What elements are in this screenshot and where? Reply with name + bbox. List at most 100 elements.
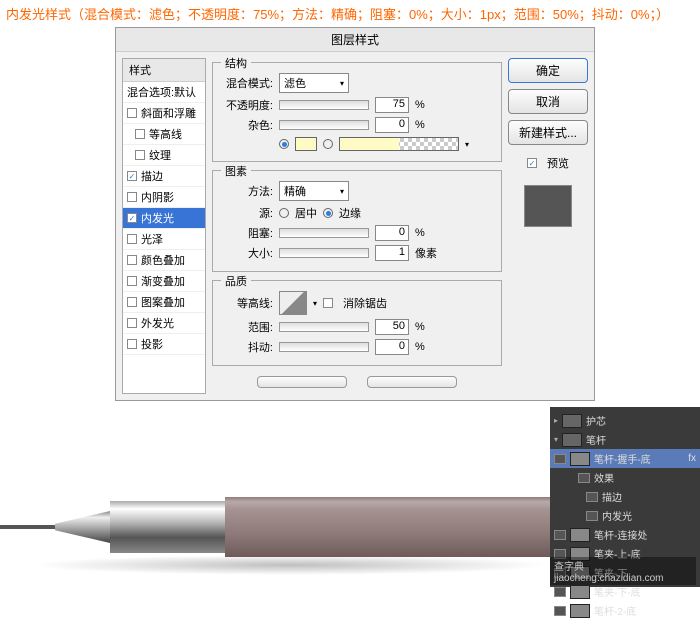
sidebar-header-styles[interactable]: 样式 [123, 59, 205, 82]
effects-sidebar: 样式 混合选项:默认 斜面和浮雕 等高线 纹理 描边 内阴影 内发光 光泽 颜色… [122, 58, 206, 394]
input-range[interactable]: 50 [375, 319, 409, 335]
checkbox-color-overlay[interactable] [127, 255, 137, 265]
folder-icon [562, 414, 582, 428]
label-edge: 边缘 [339, 205, 361, 221]
eye-icon[interactable] [586, 511, 598, 521]
reset-default-button[interactable] [367, 376, 457, 388]
slider-range[interactable] [279, 322, 369, 332]
layer-row[interactable]: ▸护芯 [550, 411, 700, 430]
checkbox-texture[interactable] [135, 150, 145, 160]
sidebar-item-texture[interactable]: 纹理 [123, 145, 205, 166]
sidebar-item-stroke[interactable]: 描边 [123, 166, 205, 187]
checkbox-preview[interactable] [527, 158, 537, 168]
cancel-button[interactable]: 取消 [508, 89, 588, 114]
sidebar-item-gradient-overlay[interactable]: 渐变叠加 [123, 271, 205, 292]
slider-choke[interactable] [279, 228, 369, 238]
input-noise[interactable]: 0 [375, 117, 409, 133]
chevron-down-icon[interactable]: ▾ [465, 140, 469, 149]
group-title-structure: 结构 [221, 55, 251, 71]
dialog-title: 图层样式 [116, 28, 594, 52]
chevron-down-icon[interactable]: ▾ [313, 299, 317, 308]
layer-row[interactable]: ▾笔杆 [550, 430, 700, 449]
radio-gradient[interactable] [323, 139, 333, 149]
pen-shadow [30, 555, 550, 575]
checkbox-contour[interactable] [135, 129, 145, 139]
percent-label: % [415, 119, 425, 131]
px-label: 像素 [415, 245, 437, 261]
layer-row-effect-inner-glow[interactable]: 内发光 [550, 506, 700, 525]
fx-badge[interactable]: fx [688, 453, 696, 464]
label-jitter: 抖动: [221, 339, 273, 355]
input-choke[interactable]: 0 [375, 225, 409, 241]
eye-icon[interactable] [578, 473, 590, 483]
gradient-swatch[interactable] [339, 137, 459, 151]
label-opacity: 不透明度: [221, 97, 273, 113]
checkbox-pattern-overlay[interactable] [127, 297, 137, 307]
label-contour: 等高线: [221, 295, 273, 311]
checkbox-stroke[interactable] [127, 171, 137, 181]
checkbox-inner-glow[interactable] [127, 213, 137, 223]
sidebar-item-contour[interactable]: 等高线 [123, 124, 205, 145]
layer-thumb [570, 585, 590, 599]
group-title-elements: 图素 [221, 163, 251, 179]
slider-jitter[interactable] [279, 342, 369, 352]
checkbox-satin[interactable] [127, 234, 137, 244]
radio-edge[interactable] [323, 208, 333, 218]
layer-row-effects[interactable]: 效果 [550, 468, 700, 487]
watermark: 查字典 jiaocheng.chazidian.com [550, 557, 696, 585]
percent-label: % [415, 341, 425, 353]
dropdown-blend-mode[interactable]: 滤色▾ [279, 73, 349, 93]
checkbox-bevel[interactable] [127, 108, 137, 118]
contour-picker[interactable] [279, 291, 307, 315]
triangle-right-icon[interactable]: ▸ [554, 416, 558, 425]
percent-label: % [415, 99, 425, 111]
folder-icon [562, 433, 582, 447]
layer-row[interactable]: 笔杆-2-底 [550, 601, 700, 620]
triangle-down-icon[interactable]: ▾ [554, 435, 558, 444]
group-elements: 图素 方法: 精确▾ 源: 居中 边缘 阻塞: 0 % [212, 170, 502, 272]
input-opacity[interactable]: 75 [375, 97, 409, 113]
dialog-content: 结构 混合模式: 滤色▾ 不透明度: 75 % 杂色: 0 % [212, 58, 502, 394]
dialog-buttons-column: 确定 取消 新建样式... 预览 [508, 58, 588, 394]
radio-center[interactable] [279, 208, 289, 218]
label-preview: 预览 [547, 155, 569, 171]
radio-color[interactable] [279, 139, 289, 149]
layer-row[interactable]: 笔杆-连接处 [550, 525, 700, 544]
ok-button[interactable]: 确定 [508, 58, 588, 83]
eye-icon[interactable] [586, 492, 598, 502]
group-title-quality: 品质 [221, 273, 251, 289]
sidebar-item-color-overlay[interactable]: 颜色叠加 [123, 250, 205, 271]
slider-noise[interactable] [279, 120, 369, 130]
make-default-button[interactable] [257, 376, 347, 388]
sidebar-item-outer-glow[interactable]: 外发光 [123, 313, 205, 334]
eye-icon[interactable] [554, 606, 566, 616]
eye-icon[interactable] [554, 454, 566, 464]
eye-icon[interactable] [554, 530, 566, 540]
layer-row-effect-stroke[interactable]: 描边 [550, 487, 700, 506]
sidebar-item-bevel[interactable]: 斜面和浮雕 [123, 103, 205, 124]
checkbox-gradient-overlay[interactable] [127, 276, 137, 286]
sidebar-item-inner-glow[interactable]: 内发光 [123, 208, 205, 229]
sidebar-item-satin[interactable]: 光泽 [123, 229, 205, 250]
sidebar-item-inner-shadow[interactable]: 内阴影 [123, 187, 205, 208]
sidebar-item-drop-shadow[interactable]: 投影 [123, 334, 205, 355]
checkbox-antialias[interactable] [323, 298, 333, 308]
label-noise: 杂色: [221, 117, 273, 133]
group-structure: 结构 混合模式: 滤色▾ 不透明度: 75 % 杂色: 0 % [212, 62, 502, 162]
new-style-button[interactable]: 新建样式... [508, 120, 588, 145]
sidebar-item-blend-options[interactable]: 混合选项:默认 [123, 82, 205, 103]
slider-opacity[interactable] [279, 100, 369, 110]
layer-row-selected[interactable]: 笔杆-握手-底fx [550, 449, 700, 468]
slider-size[interactable] [279, 248, 369, 258]
label-choke: 阻塞: [221, 225, 273, 241]
color-swatch[interactable] [295, 137, 317, 151]
checkbox-inner-shadow[interactable] [127, 192, 137, 202]
eye-icon[interactable] [554, 587, 566, 597]
input-jitter[interactable]: 0 [375, 339, 409, 355]
checkbox-drop-shadow[interactable] [127, 339, 137, 349]
canvas-preview [0, 407, 560, 587]
dropdown-method[interactable]: 精确▾ [279, 181, 349, 201]
input-size[interactable]: 1 [375, 245, 409, 261]
sidebar-item-pattern-overlay[interactable]: 图案叠加 [123, 292, 205, 313]
checkbox-outer-glow[interactable] [127, 318, 137, 328]
